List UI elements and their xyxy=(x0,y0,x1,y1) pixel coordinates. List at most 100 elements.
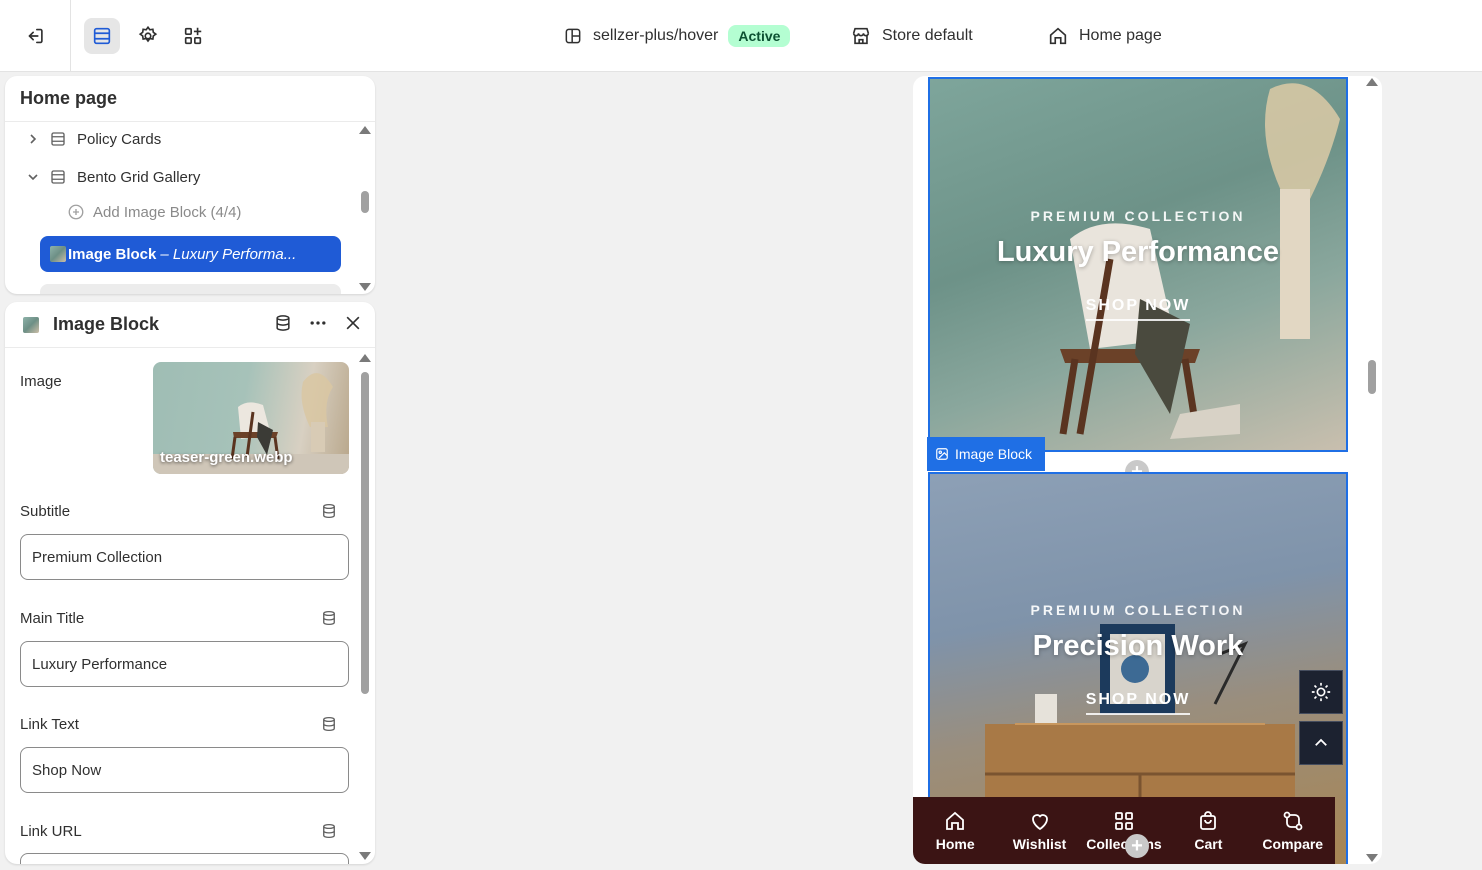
page-selector[interactable]: Home page xyxy=(1047,22,1162,50)
theme-toggle-sun-icon[interactable] xyxy=(1299,670,1343,714)
apps-icon[interactable] xyxy=(175,18,211,54)
scroll-down-icon[interactable] xyxy=(359,283,371,291)
card-subtitle: PREMIUM COLLECTION xyxy=(1030,602,1246,618)
storefront-preview: PREMIUM COLLECTION Luxury Performance SH… xyxy=(913,76,1382,864)
theme-name: sellzer-plus/hover xyxy=(593,27,719,44)
nav-cart[interactable]: Cart xyxy=(1168,809,1248,852)
add-block-label: Add Image Block (4/4) xyxy=(93,203,242,221)
main-title-label: Main Title xyxy=(20,610,85,627)
block-panel-header: Image Block xyxy=(5,302,375,348)
add-image-block[interactable]: Add Image Block (4/4) xyxy=(67,195,241,229)
scroll-down-icon[interactable] xyxy=(359,852,371,860)
image-icon xyxy=(936,448,948,460)
shop-now-label: SHOP NOW xyxy=(1085,297,1191,321)
card-title: Luxury Performance xyxy=(996,236,1280,268)
block-panel-title: Image Block xyxy=(53,314,160,334)
scroll-thumb[interactable] xyxy=(361,191,369,213)
tree-item-image-block-selected[interactable]: Image Block – Luxury Performa... xyxy=(40,236,341,272)
scroll-up-icon[interactable] xyxy=(359,126,371,134)
chevron-down-icon[interactable] xyxy=(23,171,43,183)
toolbar-divider xyxy=(70,0,71,72)
link-text-label: Link Text xyxy=(20,716,79,733)
plus-circle-icon xyxy=(67,203,85,221)
nav-label: Collections xyxy=(1086,836,1162,852)
image-picker[interactable]: teaser-green.webp xyxy=(153,362,349,474)
page-name: Home page xyxy=(1079,27,1162,44)
home-icon xyxy=(946,811,965,830)
scroll-up-icon[interactable] xyxy=(1366,78,1378,86)
status-badge: Active xyxy=(728,25,791,47)
nav-label: Wishlist xyxy=(1012,836,1067,852)
gear-icon[interactable] xyxy=(130,18,166,54)
shop-now-label: SHOP NOW xyxy=(1085,691,1191,715)
image-block-tag[interactable]: Image Block xyxy=(927,437,1045,471)
tree-item-policy-cards[interactable]: Policy Cards xyxy=(23,122,161,156)
block-settings-panel: Image Block Image teaser-green.webp Subt… xyxy=(5,302,375,864)
scroll-up-icon[interactable] xyxy=(359,354,371,362)
database-icon[interactable] xyxy=(320,609,338,627)
more-icon[interactable] xyxy=(307,313,329,333)
card-subtitle: PREMIUM COLLECTION xyxy=(1030,208,1246,224)
link-url-input[interactable] xyxy=(20,853,349,864)
selected-detail: – Luxury Performa... xyxy=(160,245,297,263)
nav-collections[interactable]: Collections xyxy=(1084,809,1164,852)
home-icon xyxy=(1049,27,1067,45)
scroll-to-top-icon[interactable] xyxy=(1299,721,1343,765)
image-thumbnail-icon xyxy=(50,246,66,262)
shop-now-link[interactable]: SHOP NOW xyxy=(930,297,1346,321)
scroll-thumb[interactable] xyxy=(361,372,369,694)
nav-home[interactable]: Home xyxy=(915,809,995,852)
bag-icon xyxy=(1200,811,1217,830)
database-icon[interactable] xyxy=(273,313,293,333)
selected-label: Image Block xyxy=(68,245,157,263)
scroll-down-icon[interactable] xyxy=(1366,854,1378,862)
nav-wishlist[interactable]: Wishlist xyxy=(1000,809,1080,852)
main-title-input[interactable]: Luxury Performance xyxy=(20,641,349,687)
tree-item-label: Bento Grid Gallery xyxy=(77,168,201,186)
nav-compare[interactable]: Compare xyxy=(1253,809,1333,852)
nav-label: Home xyxy=(935,836,975,852)
top-bar: sellzer-plus/hover Active Store default … xyxy=(0,0,1482,72)
exit-icon[interactable] xyxy=(17,18,53,54)
tree-scrollbar[interactable] xyxy=(359,126,371,291)
card-title: Precision Work xyxy=(1032,630,1244,662)
store-icon xyxy=(852,27,870,45)
block-panel-scrollbar[interactable] xyxy=(359,354,371,860)
close-icon[interactable] xyxy=(343,313,363,333)
store-name: Store default xyxy=(882,27,973,44)
subtitle-label: Subtitle xyxy=(20,503,71,520)
link-url-label: Link URL xyxy=(20,823,82,840)
chevron-right-icon[interactable] xyxy=(23,133,43,145)
mobile-bottom-nav: Home Wishlist Collections Cart Compare xyxy=(913,797,1335,864)
tree-item-label: Policy Cards xyxy=(77,130,162,148)
database-icon[interactable] xyxy=(320,822,338,840)
store-selector[interactable]: Store default xyxy=(850,22,973,50)
nav-label: Compare xyxy=(1262,836,1324,852)
database-icon[interactable] xyxy=(320,502,338,520)
layout-icon xyxy=(565,28,581,44)
section-icon xyxy=(49,168,69,186)
link-text-input[interactable]: Shop Now xyxy=(20,747,349,793)
section-icon xyxy=(49,130,69,148)
image-thumbnail-icon xyxy=(23,316,39,333)
shop-now-link[interactable]: SHOP NOW xyxy=(930,691,1346,715)
image-label: Image xyxy=(20,373,62,390)
compare-icon xyxy=(1283,811,1303,831)
theme-selector[interactable]: sellzer-plus/hover Active xyxy=(563,22,791,50)
grid-icon xyxy=(1115,812,1133,830)
add-block-plus-icon[interactable]: + xyxy=(1125,834,1149,858)
tree-item-bento-grid[interactable]: Bento Grid Gallery xyxy=(23,160,200,194)
section-tree-panel: Home page Policy Cards Bento Grid Galler… xyxy=(5,76,375,294)
image-filename: teaser-green.webp xyxy=(160,449,293,466)
database-icon[interactable] xyxy=(320,715,338,733)
tree-item-next[interactable] xyxy=(40,284,341,294)
scroll-thumb[interactable] xyxy=(1368,360,1376,394)
image-block-card-selected[interactable]: PREMIUM COLLECTION Luxury Performance SH… xyxy=(928,77,1348,452)
heart-icon xyxy=(1031,814,1048,831)
subtitle-input[interactable]: Premium Collection xyxy=(20,534,349,580)
preview-scrollbar[interactable] xyxy=(1366,78,1378,864)
sections-icon[interactable] xyxy=(84,18,120,54)
nav-label: Cart xyxy=(1194,836,1223,852)
block-tag-label: Image Block xyxy=(955,446,1033,462)
panel-title: Home page xyxy=(5,76,375,122)
